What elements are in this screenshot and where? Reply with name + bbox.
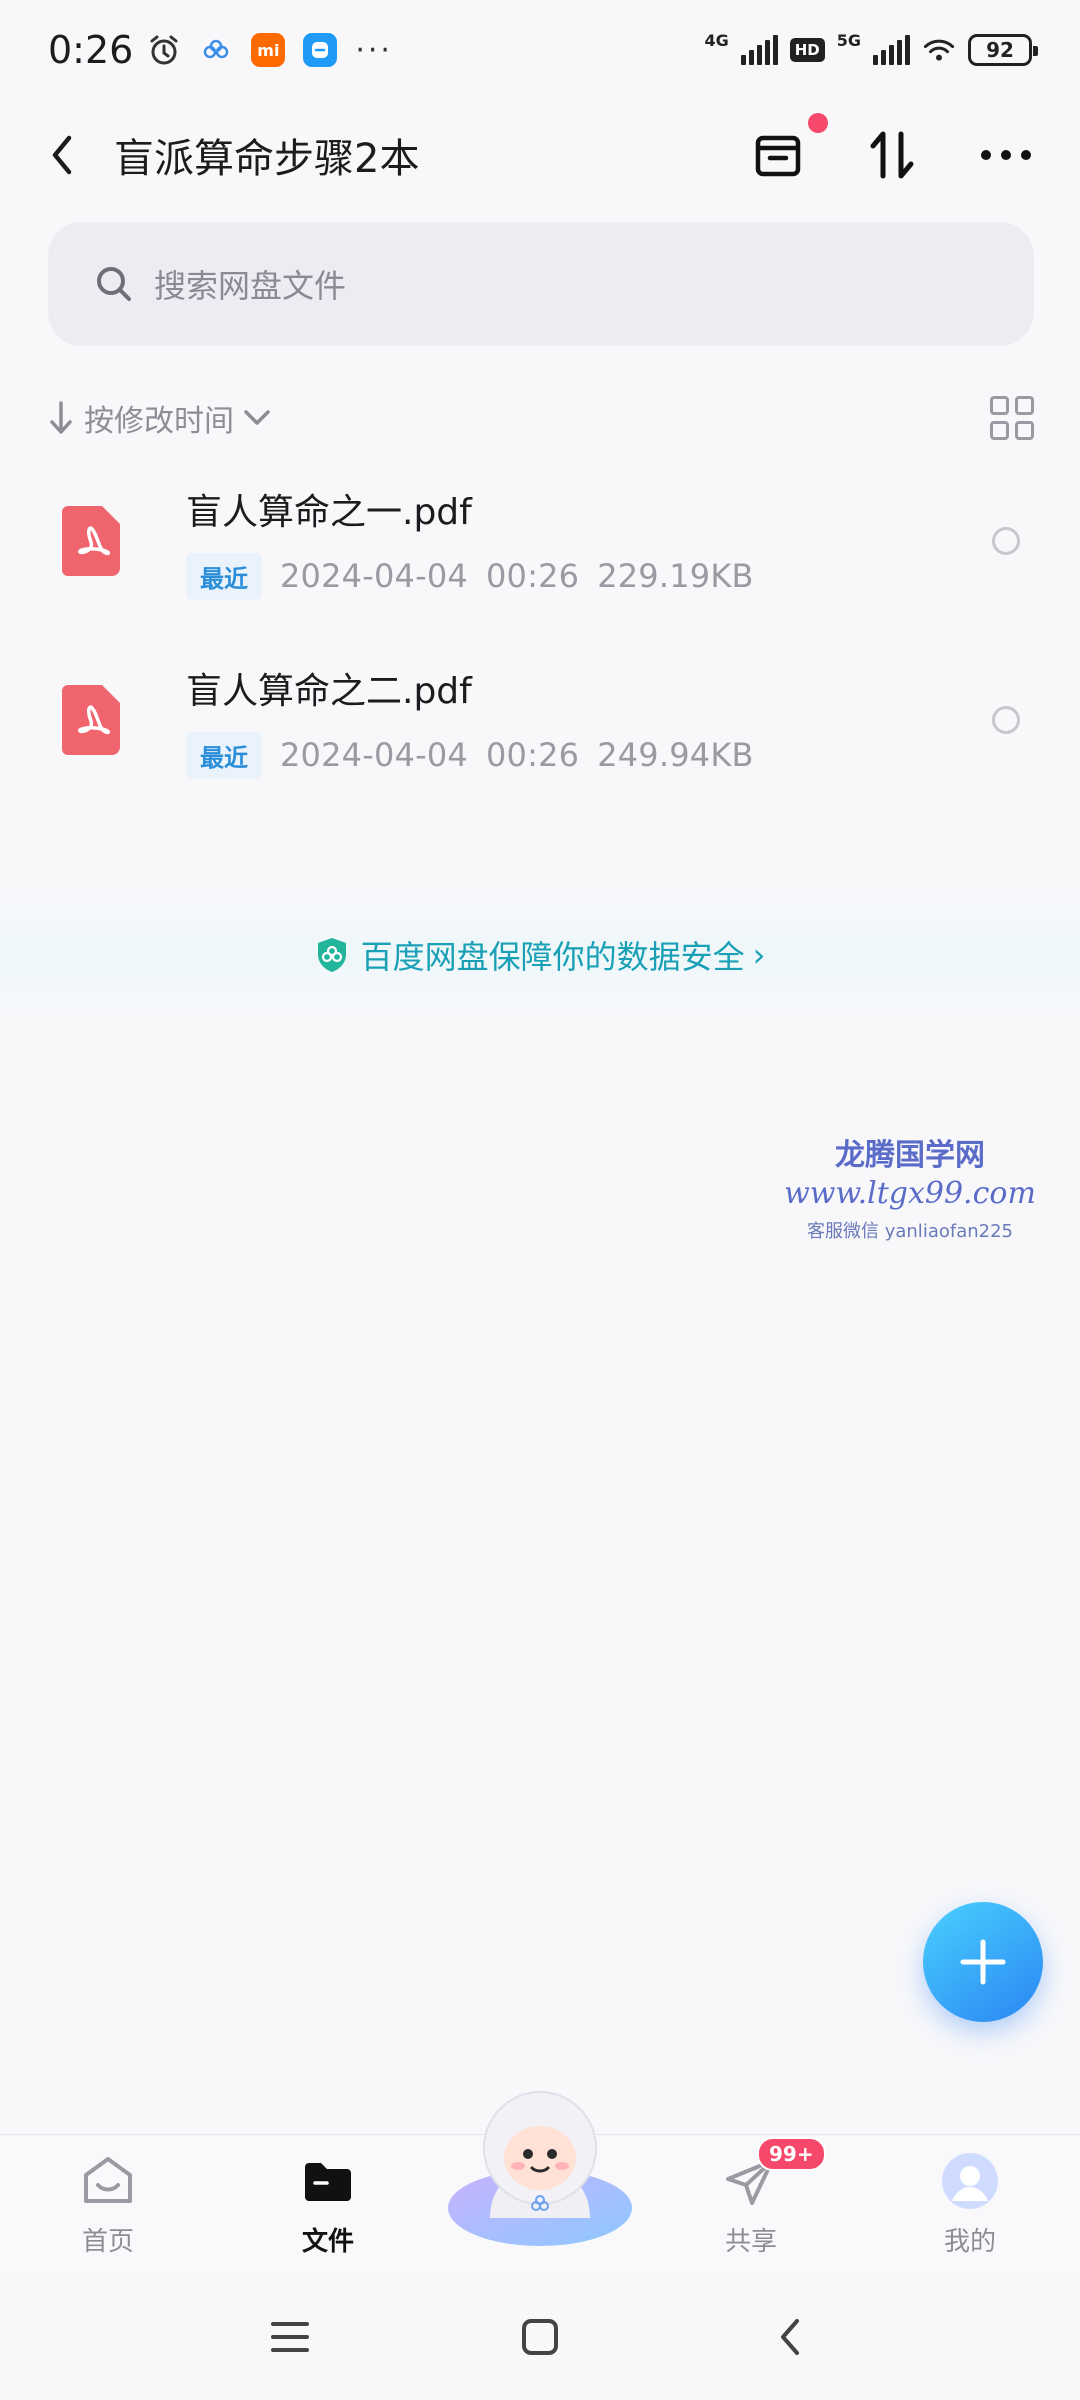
pdf-file-icon xyxy=(62,506,120,576)
sort-button[interactable] xyxy=(864,127,920,183)
tab-home-label: 首页 xyxy=(81,2227,134,2257)
list-item[interactable]: 盲人算命之一.pdf 最近 2024-04-04 00:26 229.19KB xyxy=(0,466,1080,616)
file-time: 00:26 xyxy=(485,557,580,595)
select-radio[interactable] xyxy=(992,706,1020,734)
chevron-down-icon[interactable] xyxy=(242,408,272,428)
tab-mine[interactable]: 我的 xyxy=(900,2149,1040,2258)
more-notifications-icon: ··· xyxy=(355,32,393,68)
back-button[interactable] xyxy=(40,125,84,185)
status-right: 4G HD 5G 92 xyxy=(704,31,1038,67)
sort-by-modified-label[interactable]: 按修改时间 xyxy=(84,396,234,440)
home-system-button[interactable] xyxy=(515,2312,565,2362)
recent-tag: 最近 xyxy=(186,731,262,779)
watermark-title: 龙腾国学网 xyxy=(835,1138,985,1173)
grid-view-icon[interactable] xyxy=(990,396,1034,440)
file-meta: 最近 2024-04-04 00:26 229.19KB xyxy=(186,552,754,600)
file-date: 2024-04-04 xyxy=(280,736,468,774)
add-button[interactable] xyxy=(923,1902,1043,2022)
baidu-cloud-small-icon xyxy=(199,33,233,67)
arrow-down-icon xyxy=(50,401,72,434)
file-info: 盲人算命之二.pdf 最近 2024-04-04 00:26 249.94KB xyxy=(186,662,754,779)
status-left-icons: mi ··· xyxy=(147,33,393,68)
chevron-left-icon xyxy=(52,135,72,175)
menu-icon xyxy=(271,2322,309,2352)
more-horizontal-icon xyxy=(981,150,1031,160)
search-input[interactable]: 搜索网盘文件 xyxy=(48,222,1034,346)
file-time: 00:26 xyxy=(485,736,580,774)
transfer-list-button[interactable] xyxy=(750,113,828,183)
plus-icon xyxy=(960,1939,1006,1985)
hd-badge: HD xyxy=(789,38,825,62)
send-icon: 99+ xyxy=(719,2137,826,2213)
more-options-button[interactable] xyxy=(978,127,1034,183)
sort-row: 按修改时间 xyxy=(48,392,1034,444)
page: 0:26 mi ··· 4G HD 5G 92 盲派算命步骤2本 搜索网盘文件 … xyxy=(0,0,1080,2400)
mascot-assistant-icon[interactable] xyxy=(440,2078,640,2248)
security-banner[interactable]: 百度网盘保障你的数据安全 › xyxy=(0,890,1080,1020)
pdf-file-icon xyxy=(62,685,120,755)
tab-share-label: 共享 xyxy=(724,2227,777,2257)
watermark: 龙腾国学网 www.ltgx99.com 客服微信 yanliaofan225 xyxy=(780,1130,1040,1243)
home-icon xyxy=(76,2149,140,2213)
recent-tag: 最近 xyxy=(186,552,262,600)
notification-dot xyxy=(808,113,828,133)
file-info: 盲人算命之一.pdf 最近 2024-04-04 00:26 229.19KB xyxy=(186,483,754,600)
search-icon xyxy=(97,267,131,301)
page-title: 盲派算命步骤2本 xyxy=(114,136,420,182)
header: 盲派算命步骤2本 xyxy=(0,100,1080,210)
avatar-icon xyxy=(938,2149,1002,2213)
file-date: 2024-04-04 xyxy=(280,557,468,595)
file-size: 249.94KB xyxy=(597,736,754,774)
file-size: 229.19KB xyxy=(597,557,754,595)
file-meta: 最近 2024-04-04 00:26 249.94KB xyxy=(186,731,754,779)
chevron-left-icon xyxy=(781,2319,799,2355)
search-placeholder: 搜索网盘文件 xyxy=(154,267,347,305)
tab-mine-label: 我的 xyxy=(943,2227,996,2257)
file-name: 盲人算命之一.pdf xyxy=(186,491,472,533)
system-nav-bar xyxy=(0,2274,1080,2400)
square-icon xyxy=(522,2319,558,2355)
wifi-icon xyxy=(922,33,956,67)
security-banner-text: 百度网盘保障你的数据安全 xyxy=(360,938,745,976)
tab-home[interactable]: 首页 xyxy=(38,2149,178,2258)
watermark-url: www.ltgx99.com xyxy=(784,1176,1036,1211)
back-system-button[interactable] xyxy=(765,2312,815,2362)
signal-4g-icon xyxy=(740,35,778,65)
chat-app-icon xyxy=(303,33,338,67)
status-time: 0:26 xyxy=(48,28,134,72)
battery-icon: 92 xyxy=(968,34,1038,66)
list-item[interactable]: 盲人算命之二.pdf 最近 2024-04-04 00:26 249.94KB xyxy=(0,645,1080,795)
network-4g-label: 4G xyxy=(704,31,729,50)
sort-arrows-icon xyxy=(870,131,914,179)
archive-box-icon xyxy=(755,135,801,177)
signal-5g-icon xyxy=(873,35,910,65)
select-radio[interactable] xyxy=(992,527,1020,555)
header-actions xyxy=(750,113,1040,183)
chevron-right-icon: › xyxy=(752,936,766,974)
watermark-contact: 客服微信 yanliaofan225 xyxy=(807,1221,1013,1242)
share-count-badge: 99+ xyxy=(757,2137,826,2171)
recents-button[interactable] xyxy=(265,2312,315,2362)
network-5g-label: 5G xyxy=(836,31,861,50)
alarm-icon xyxy=(147,33,181,67)
tab-files-label: 文件 xyxy=(301,2227,354,2257)
tab-files[interactable]: 文件 xyxy=(258,2149,398,2258)
status-bar: 0:26 mi ··· 4G HD 5G 92 xyxy=(0,0,1080,100)
folder-icon xyxy=(296,2149,360,2213)
tab-share[interactable]: 99+ 共享 xyxy=(681,2137,826,2258)
mi-app-icon: mi xyxy=(251,33,286,67)
shield-icon xyxy=(317,938,346,972)
file-name: 盲人算命之二.pdf xyxy=(186,670,472,712)
